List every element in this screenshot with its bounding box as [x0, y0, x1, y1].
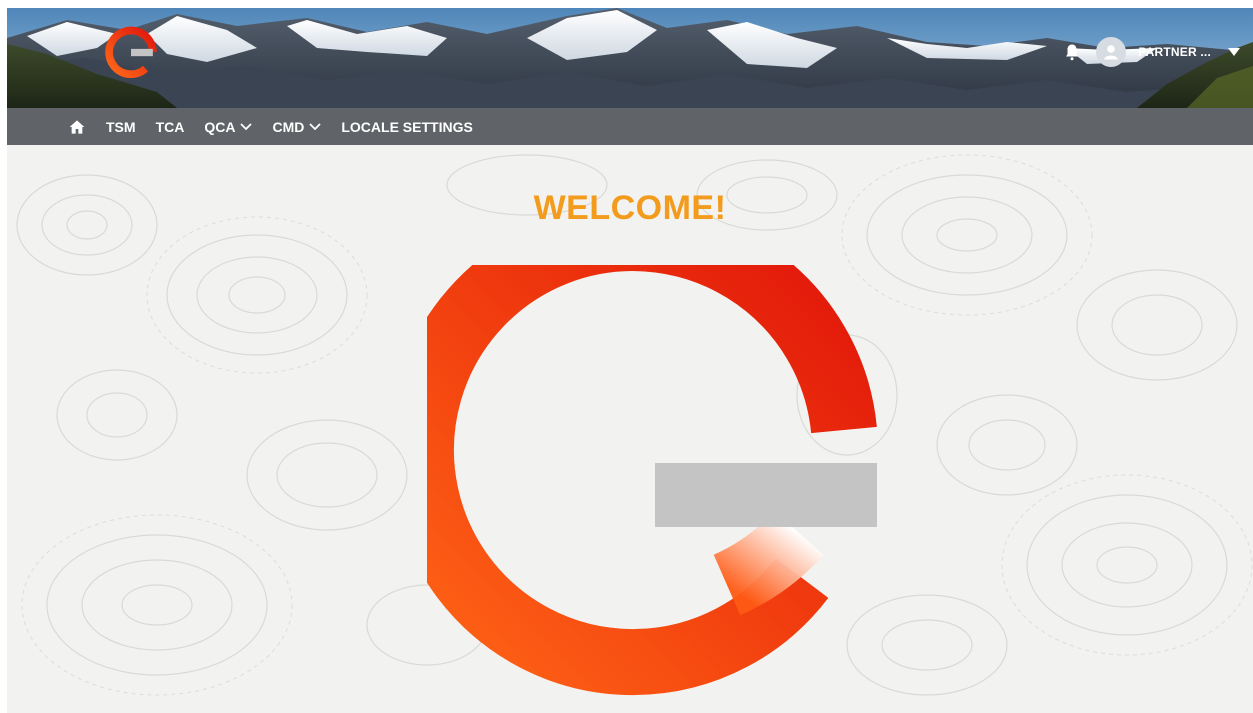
chevron-down-icon: [309, 121, 321, 133]
nav-item-label: CMD: [272, 118, 305, 135]
chevron-down-icon: [240, 121, 253, 133]
nav-item-label: TSM: [106, 118, 136, 135]
app-window: PARTNER ... TSM TCA QCA CMD LOCALE SETTI…: [7, 8, 1253, 713]
header-banner: PARTNER ...: [7, 8, 1253, 108]
nav-item-cmd[interactable]: CMD: [272, 119, 321, 135]
nav-item-label: LOCALE SETTINGS: [341, 118, 473, 135]
user-name-label[interactable]: PARTNER ...: [1138, 45, 1211, 59]
top-navigation: TSM TCA QCA CMD LOCALE SETTINGS: [7, 108, 1253, 145]
nav-item-tsm[interactable]: TSM: [106, 119, 136, 135]
home-icon[interactable]: [68, 118, 86, 136]
main-content: WELCOME!: [7, 145, 1253, 713]
nav-item-label: TCA: [155, 118, 185, 135]
enel-e-logo-icon: [105, 26, 157, 78]
nav-item-qca[interactable]: QCA: [204, 118, 253, 135]
nav-item-locale-settings[interactable]: LOCALE SETTINGS: [341, 119, 472, 135]
avatar[interactable]: [1096, 37, 1127, 67]
nav-item-label: QCA: [204, 118, 236, 135]
enel-logo[interactable]: [105, 26, 157, 78]
hero-logo: [387, 205, 897, 713]
welcome-heading: WELCOME!: [533, 189, 727, 227]
caret-down-icon[interactable]: [1227, 45, 1241, 59]
bell-icon[interactable]: [1062, 42, 1082, 62]
user-menu: PARTNER ...: [1062, 34, 1241, 70]
enel-e-logo-icon: [387, 205, 877, 696]
user-icon: [1104, 45, 1119, 60]
nav-item-tca[interactable]: TCA: [156, 119, 185, 135]
